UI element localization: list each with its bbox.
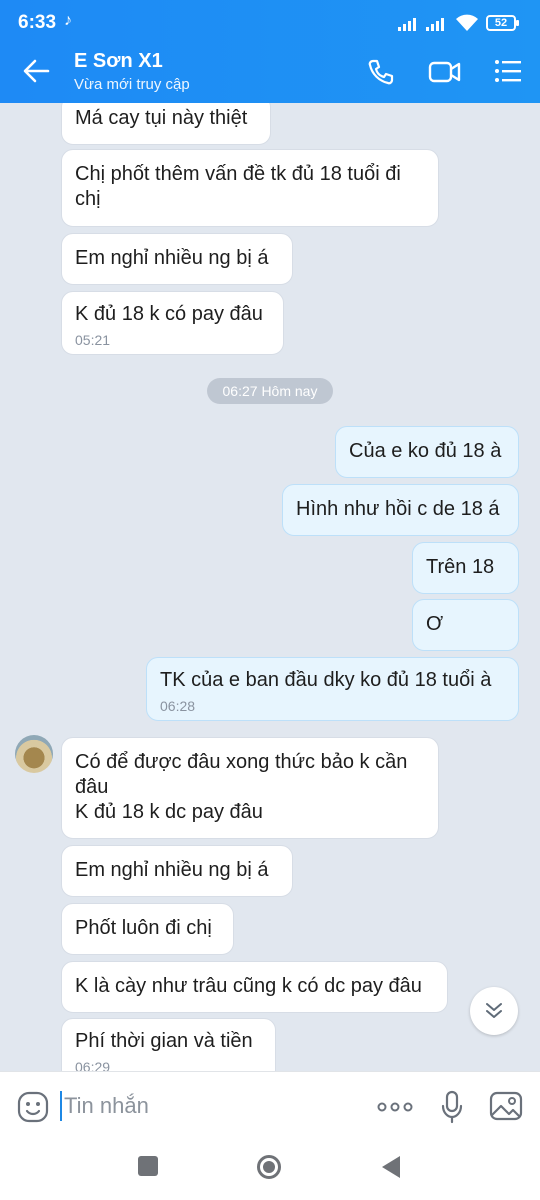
message-incoming[interactable]: Em nghỉ nhiều ng bị á xyxy=(61,233,293,285)
message-text: Phí thời gian và tiền xyxy=(75,1030,253,1052)
scroll-down-icon xyxy=(486,1003,502,1018)
battery-icon: 52 xyxy=(486,15,519,31)
message-incoming[interactable]: Có để được đâu xong thức bảo k cần đâu K… xyxy=(61,737,439,839)
contact-name[interactable]: E Sơn X1 xyxy=(74,50,163,73)
nav-back-button[interactable] xyxy=(380,1154,402,1180)
message-outgoing[interactable]: Hình như hồi c de 18 á xyxy=(282,484,519,536)
more-icon[interactable] xyxy=(377,1102,413,1112)
tiktok-icon: ♪ xyxy=(64,12,72,29)
phone-icon[interactable] xyxy=(367,58,395,86)
message-text: Hình như hồi c de 18 á xyxy=(296,498,500,520)
recent-apps-button[interactable] xyxy=(138,1156,158,1176)
message-incoming[interactable]: Chị phốt thêm vấn đề tk đủ 18 tuổi đi ch… xyxy=(61,149,439,227)
emoji-icon[interactable] xyxy=(16,1090,50,1124)
message-text-line2: K đủ 18 k dc pay đâu xyxy=(75,801,263,823)
status-bar: 6:33 ♪ 52 xyxy=(0,0,540,45)
message-time: 06:28 xyxy=(160,698,196,714)
scroll-down-button[interactable] xyxy=(470,987,518,1035)
message-incoming[interactable]: Em nghỉ nhiều ng bị á xyxy=(61,845,293,897)
message-text: Ơ xyxy=(426,613,444,635)
status-time: 6:33 xyxy=(18,12,57,33)
video-call-icon[interactable] xyxy=(428,58,462,86)
battery-level: 52 xyxy=(494,17,508,29)
contact-avatar[interactable] xyxy=(15,735,53,773)
message-incoming[interactable]: Phí thời gian và tiền 06:29 xyxy=(61,1018,276,1071)
message-text: Em nghỉ nhiều ng bị á xyxy=(75,859,269,881)
message-text: K là cày như trâu cũng k có dc pay đâu xyxy=(75,975,422,997)
message-time: 06:29 xyxy=(75,1059,111,1071)
message-input[interactable]: Tin nhắn xyxy=(64,1093,149,1119)
date-separator: 06:27 Hôm nay xyxy=(207,378,333,404)
message-text: Phốt luôn đi chị xyxy=(75,917,212,939)
message-text: Chị phốt thêm vấn đề tk đủ 18 tuổi đi ch… xyxy=(75,163,401,210)
message-text: Của e ko đủ 18 à xyxy=(349,440,502,462)
signal-icon-2 xyxy=(426,18,444,31)
text-cursor xyxy=(60,1091,62,1121)
message-text: Má cay tụi này thiệt xyxy=(75,107,248,129)
message-incoming[interactable]: Phốt luôn đi chị xyxy=(61,903,234,955)
message-outgoing[interactable]: Ơ xyxy=(412,599,519,651)
message-incoming[interactable]: Má cay tụi này thiệt xyxy=(61,103,271,145)
message-text: Em nghỉ nhiều ng bị á xyxy=(75,247,269,269)
wifi-icon xyxy=(456,14,478,31)
chat-header: 6:33 ♪ 52 E Sơn X1 Vừa mới truy cập xyxy=(0,0,540,103)
message-incoming[interactable]: K là cày như trâu cũng k có dc pay đâu xyxy=(61,961,448,1013)
last-seen-status: Vừa mới truy cập xyxy=(74,76,190,93)
message-text: TK của e ban đầu dky ko đủ 18 tuổi à xyxy=(160,669,492,691)
message-outgoing[interactable]: Trên 18 xyxy=(412,542,519,594)
message-input-bar: Tin nhắn xyxy=(0,1071,540,1142)
message-outgoing[interactable]: TK của e ban đầu dky ko đủ 18 tuổi à 06:… xyxy=(146,657,519,721)
message-outgoing[interactable]: Của e ko đủ 18 à xyxy=(335,426,519,478)
message-text: K đủ 18 k có pay đâu xyxy=(75,303,263,325)
signal-icon xyxy=(398,18,416,31)
home-button[interactable] xyxy=(256,1154,282,1180)
message-incoming[interactable]: K đủ 18 k có pay đâu 05:21 xyxy=(61,291,284,355)
menu-icon[interactable] xyxy=(494,58,522,84)
microphone-icon[interactable] xyxy=(440,1090,464,1124)
image-icon[interactable] xyxy=(489,1090,523,1122)
chat-area[interactable]: Má cay tụi này thiệt Chị phốt thêm vấn đ… xyxy=(0,103,540,1071)
message-text: Có để được đâu xong thức bảo k cần đâu xyxy=(75,751,408,798)
back-arrow-icon[interactable] xyxy=(22,58,50,84)
message-time: 05:21 xyxy=(75,332,111,348)
message-text: Trên 18 xyxy=(426,556,495,578)
